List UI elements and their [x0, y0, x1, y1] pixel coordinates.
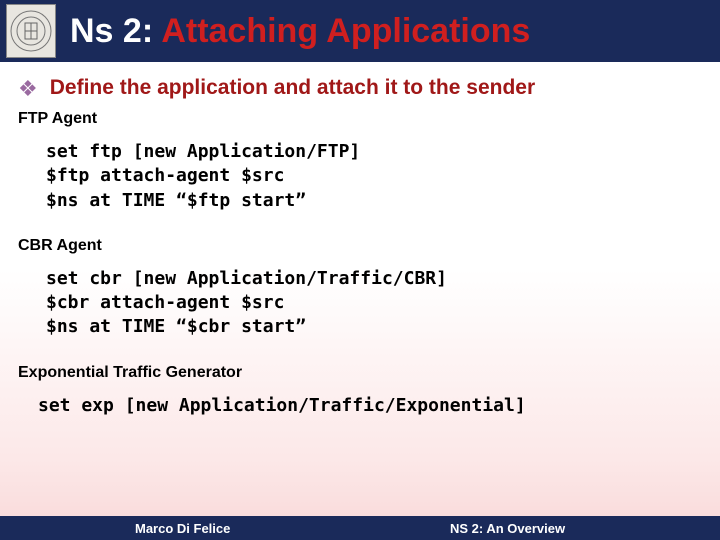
footer-author: Marco Di Felice: [135, 521, 230, 536]
section-label-cbr: CBR Agent: [18, 237, 702, 255]
diamond-bullet-icon: ❖: [18, 78, 38, 100]
title-prefix: Ns 2:: [70, 12, 161, 50]
bullet-item: ❖ Define the application and attach it t…: [18, 76, 702, 100]
slide-header: Ns 2: Attaching Applications: [0, 0, 720, 62]
code-block-exp: set exp [new Application/Traffic/Exponen…: [38, 394, 702, 418]
slide-title: Ns 2: Attaching Applications: [70, 12, 530, 51]
code-block-ftp: set ftp [new Application/FTP] $ftp attac…: [46, 140, 702, 213]
title-main: Attaching Applications: [161, 12, 530, 50]
section-label-exp: Exponential Traffic Generator: [18, 364, 702, 382]
university-seal-icon: [6, 4, 56, 58]
slide-footer: Marco Di Felice NS 2: An Overview: [0, 516, 720, 540]
code-block-cbr: set cbr [new Application/Traffic/CBR] $c…: [46, 267, 702, 340]
slide-content: ❖ Define the application and attach it t…: [0, 62, 720, 418]
footer-subtitle: NS 2: An Overview: [450, 521, 565, 536]
section-label-ftp: FTP Agent: [18, 110, 702, 128]
bullet-text: Define the application and attach it to …: [50, 76, 535, 100]
